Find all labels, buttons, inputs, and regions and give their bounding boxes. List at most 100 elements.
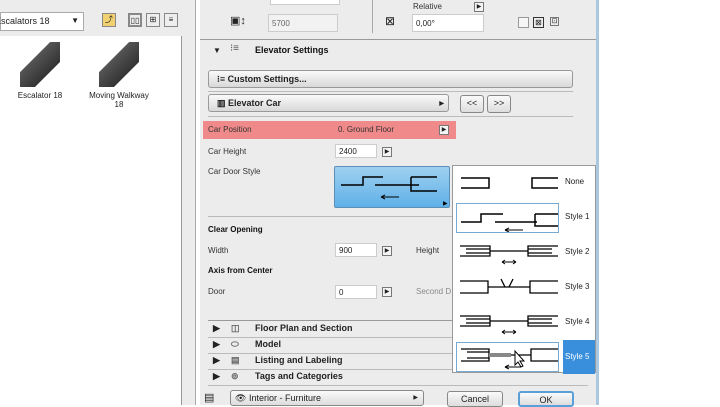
section-tags[interactable]: ▶ ⊚ Tags and Categories bbox=[213, 371, 343, 386]
door-style-option-3[interactable]: Style 3 bbox=[453, 271, 595, 305]
large-icons-view-icon[interactable]: ▯▯ bbox=[128, 13, 142, 27]
door-style-1-preview: ▶ bbox=[341, 176, 448, 207]
arrow-right-icon[interactable]: ▶ bbox=[382, 287, 392, 297]
arrow-right-icon[interactable]: ▶ bbox=[382, 147, 392, 157]
elevator-icon: ▥ bbox=[217, 98, 229, 108]
model-icon: ⬭ bbox=[231, 339, 239, 349]
settings-icon: ⁝≡ bbox=[230, 43, 240, 54]
layer-select[interactable]: 👁 Interior - Furniture ▶ bbox=[230, 390, 424, 406]
door-style-2-icon bbox=[460, 245, 558, 265]
door-style-3-icon bbox=[460, 278, 558, 294]
library-item[interactable]: Moving Walkway 18 bbox=[84, 42, 154, 109]
car-height-field[interactable]: 2400 bbox=[335, 144, 377, 158]
door-style-4-icon bbox=[460, 315, 558, 335]
folder-dropdown[interactable]: Escalators 18 ▼ bbox=[0, 12, 84, 31]
top-field bbox=[270, 0, 340, 5]
angle-field[interactable]: 0,00° bbox=[412, 14, 484, 32]
escalator-icon bbox=[20, 42, 60, 87]
width-label: Width bbox=[208, 246, 229, 255]
page-select[interactable]: ▥ Elevator Car ▶ bbox=[208, 94, 449, 112]
option-label: Style 3 bbox=[565, 282, 590, 291]
layers-icon: ▤ bbox=[204, 392, 215, 404]
mirror-x-icon[interactable]: ⊠ bbox=[533, 17, 544, 28]
door-style-option-1[interactable]: Style 1 bbox=[453, 201, 595, 235]
button-label: Custom Settings... bbox=[227, 74, 307, 84]
window-border bbox=[596, 0, 599, 405]
custom-settings-icon: ⁝≡ bbox=[217, 74, 228, 84]
door-style-5-icon bbox=[456, 342, 559, 372]
library-items: Escalator 18 Moving Walkway 18 bbox=[0, 36, 182, 405]
mouse-cursor-icon bbox=[514, 349, 526, 368]
next-page-button[interactable]: >> bbox=[487, 95, 511, 113]
car-position-value[interactable]: 0. Ground Floor bbox=[338, 125, 394, 134]
layer-label: Interior - Furniture bbox=[248, 393, 321, 403]
library-panel: Escalators 18 ▼ ⤴ ▯▯ ⊞ ≡ Escalator 18 Mov… bbox=[0, 0, 196, 405]
car-height-label: Car Height bbox=[208, 147, 247, 156]
door-none-icon bbox=[461, 177, 558, 189]
rotation-icon: ⊠ bbox=[385, 14, 396, 28]
section-title: Elevator Settings bbox=[255, 45, 329, 55]
walkway-icon bbox=[99, 42, 139, 87]
arrow-right-icon: ▶ bbox=[439, 101, 444, 107]
folder-name: Escalators 18 bbox=[0, 16, 50, 26]
door-style-picker[interactable]: ▶ bbox=[334, 166, 450, 208]
arrow-right-icon[interactable]: ▶ bbox=[439, 125, 449, 135]
folder-up-icon[interactable]: ⤴ bbox=[102, 13, 116, 27]
section-label: Listing and Labeling bbox=[255, 355, 343, 365]
section-floor-plan[interactable]: ▶ ◫ Floor Plan and Section bbox=[213, 323, 353, 338]
second-door-label: Second D bbox=[416, 287, 452, 296]
prev-page-button[interactable]: << bbox=[460, 95, 484, 113]
arrow-right-icon[interactable]: ▶ bbox=[474, 2, 484, 12]
door-style-option-4[interactable]: Style 4 bbox=[453, 306, 595, 340]
divider bbox=[372, 0, 373, 33]
door-field[interactable]: 0 bbox=[335, 285, 377, 299]
option-label: Style 4 bbox=[565, 317, 590, 326]
floor-plan-icon: ◫ bbox=[231, 323, 240, 333]
item-label: Moving Walkway 18 bbox=[89, 91, 149, 109]
listing-icon: ▤ bbox=[231, 355, 240, 365]
tags-icon: ⊚ bbox=[231, 371, 239, 381]
option-label: Style 5 bbox=[563, 340, 595, 374]
door-style-option-5[interactable]: Style 5 bbox=[453, 340, 595, 374]
library-item[interactable]: Escalator 18 bbox=[5, 42, 75, 100]
door-style-label: Car Door Style bbox=[208, 167, 261, 176]
mirror-icon[interactable]: ⊡ bbox=[550, 17, 559, 26]
expand-triangle-icon: ▶ bbox=[213, 355, 220, 365]
option-label: None bbox=[565, 177, 585, 186]
section-label: Model bbox=[255, 339, 281, 349]
chevron-down-icon: ▼ bbox=[71, 16, 79, 25]
collapse-triangle-icon[interactable]: ▼ bbox=[213, 46, 221, 55]
eye-icon: 👁 bbox=[235, 393, 249, 403]
door-style-1-icon bbox=[456, 203, 559, 233]
section-listing[interactable]: ▶ ▤ Listing and Labeling bbox=[213, 355, 343, 370]
car-position-row[interactable]: Car Position 0. Ground Floor ▶ bbox=[203, 121, 456, 139]
height-icon: ▣↕ bbox=[230, 15, 246, 27]
custom-settings-button[interactable]: ⁝≡ Custom Settings... bbox=[208, 70, 573, 88]
checkbox[interactable] bbox=[518, 17, 529, 28]
car-position-label: Car Position bbox=[208, 125, 252, 134]
item-label: Escalator 18 bbox=[17, 91, 63, 100]
width-field[interactable]: 900 bbox=[335, 243, 377, 257]
door-style-dropdown[interactable]: None Style 1 Style 2 Style 3 Style 4 Sty… bbox=[452, 165, 596, 374]
door-label: Door bbox=[208, 287, 226, 296]
svg-text:▶: ▶ bbox=[443, 201, 448, 207]
clear-opening-heading: Clear Opening bbox=[208, 225, 263, 234]
door-style-option-2[interactable]: Style 2 bbox=[453, 236, 595, 270]
height-field[interactable]: 5700 bbox=[268, 14, 338, 32]
expand-triangle-icon: ▶ bbox=[213, 323, 220, 333]
arrow-right-icon[interactable]: ▶ bbox=[382, 246, 392, 256]
door-style-option-none[interactable]: None bbox=[453, 166, 595, 200]
option-label: Style 2 bbox=[565, 247, 590, 256]
option-label: Style 1 bbox=[565, 212, 590, 221]
section-model[interactable]: ▶ ⬭ Model bbox=[213, 339, 281, 354]
axis-heading: Axis from Center bbox=[208, 266, 273, 275]
expand-triangle-icon: ▶ bbox=[213, 371, 220, 381]
page-label: Elevator Car bbox=[228, 98, 282, 108]
arrow-right-icon: ▶ bbox=[413, 395, 418, 401]
list-view-icon[interactable]: ≡ bbox=[164, 13, 178, 27]
expand-triangle-icon: ▶ bbox=[213, 339, 220, 349]
small-icons-view-icon[interactable]: ⊞ bbox=[146, 13, 160, 27]
section-label: Tags and Categories bbox=[255, 371, 343, 381]
relative-label: Relative bbox=[413, 2, 442, 11]
section-label: Floor Plan and Section bbox=[255, 323, 353, 333]
